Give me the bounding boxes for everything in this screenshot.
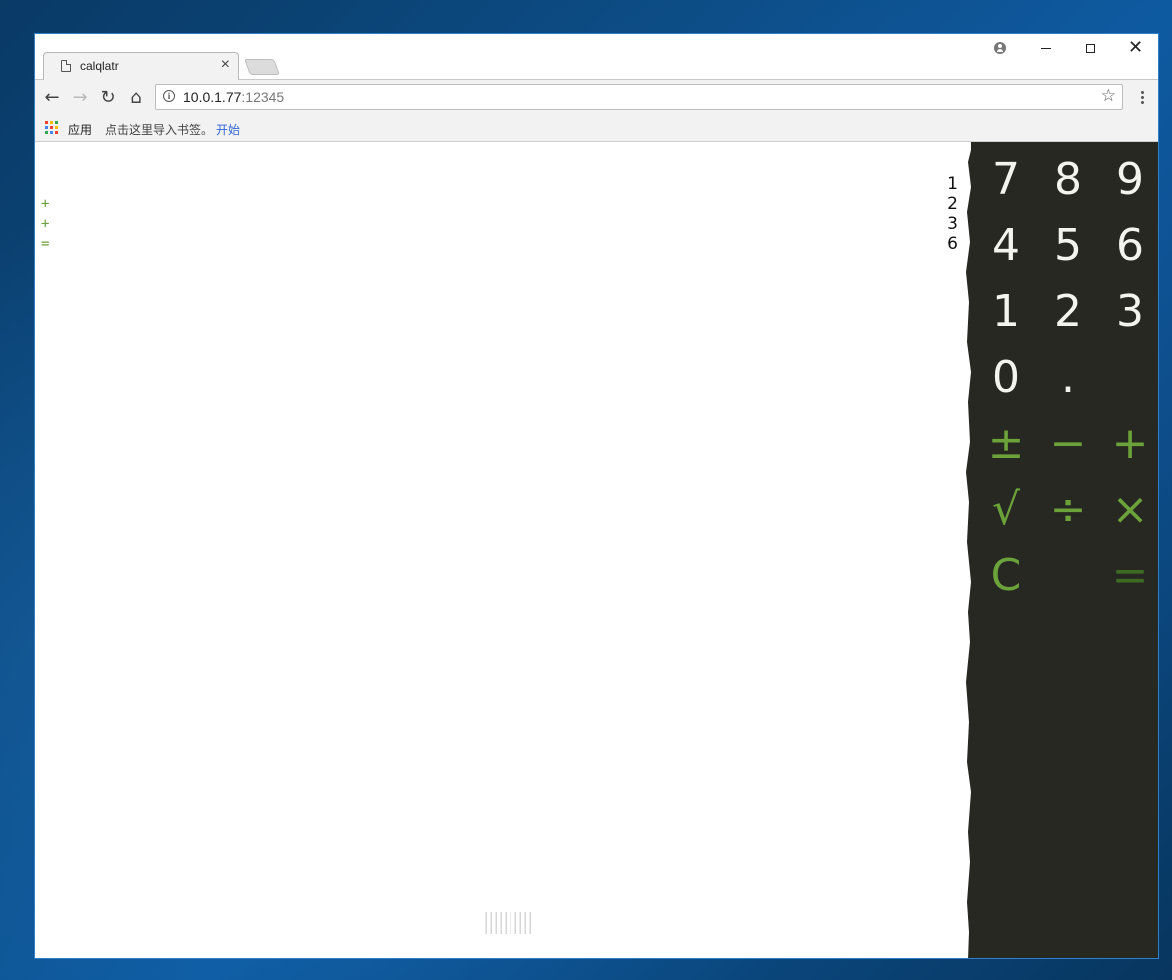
key-empty xyxy=(1037,542,1099,608)
tape-values: 1 2 3 6 xyxy=(947,174,958,254)
browser-window: calqlatr × ✕ ← → ↻ ⌂ i 10.0.1.77:12345 ☆ xyxy=(34,33,1159,959)
new-tab-button[interactable] xyxy=(244,59,280,75)
bookmark-star-icon[interactable]: ☆ xyxy=(1101,86,1116,106)
bookmark-import-hint: 点击这里导入书签。 xyxy=(105,123,214,137)
profile-icon[interactable] xyxy=(977,34,1023,62)
key-4[interactable]: 4 xyxy=(975,212,1037,278)
tab-title: calqlatr xyxy=(80,59,119,73)
bookmark-start-link[interactable]: 开始 xyxy=(216,121,240,138)
close-window-button[interactable]: ✕ xyxy=(1113,34,1158,62)
keypad-grid: 7 8 9 4 5 6 1 2 3 0. ± − + √ ÷ × C = xyxy=(975,146,1158,608)
key-empty xyxy=(1099,344,1158,410)
key-minus[interactable]: − xyxy=(1037,410,1099,476)
key-8[interactable]: 8 xyxy=(1037,146,1099,212)
key-plus[interactable]: + xyxy=(1099,410,1158,476)
tape-operator: + xyxy=(41,216,50,232)
key-square-root[interactable]: √ xyxy=(975,476,1037,542)
key-clear[interactable]: C xyxy=(975,542,1037,608)
tab-calqlatr[interactable]: calqlatr × xyxy=(43,52,239,80)
key-9[interactable]: 9 xyxy=(1099,146,1158,212)
toolbar: ← → ↻ ⌂ i 10.0.1.77:12345 ☆ xyxy=(35,80,1158,114)
key-5[interactable]: 5 xyxy=(1037,212,1099,278)
key-equals[interactable]: = xyxy=(1099,542,1158,608)
tape-operator: = xyxy=(41,236,50,252)
key-divide[interactable]: ÷ xyxy=(1037,476,1099,542)
url-host: 10.0.1.77 xyxy=(183,89,242,105)
minimize-icon xyxy=(1040,47,1051,49)
arrow-right-icon: → xyxy=(72,86,88,108)
browser-menu-button[interactable] xyxy=(1132,86,1152,108)
tape-value: 2 xyxy=(947,194,958,214)
bookmarks-bar: 应用 点击这里导入书签。 开始 xyxy=(35,114,1158,142)
drag-handle[interactable] xyxy=(484,912,532,934)
home-button[interactable]: ⌂ xyxy=(124,85,148,109)
keypad-panel: 7 8 9 4 5 6 1 2 3 0. ± − + √ ÷ × C = xyxy=(966,142,1158,958)
bookmark-apps[interactable]: 应用 xyxy=(68,121,92,138)
apps-grid-icon[interactable] xyxy=(45,121,59,135)
address-bar[interactable]: i 10.0.1.77:12345 ☆ xyxy=(155,84,1123,110)
minimize-button[interactable] xyxy=(1023,34,1068,62)
url-text: 10.0.1.77:12345 xyxy=(183,89,284,105)
url-port: :12345 xyxy=(241,89,285,105)
tape-operators: + + = xyxy=(41,194,49,254)
tape-operator: + xyxy=(41,196,50,212)
torn-edge xyxy=(966,142,973,958)
key-decimal-point[interactable]: . xyxy=(1037,344,1099,410)
close-icon: ✕ xyxy=(1127,37,1144,58)
window-controls: ✕ xyxy=(977,34,1158,62)
calculator-page: + + = 1 2 3 6 7 8 9 4 5 6 1 2 3 0. ± − + √ ÷ × C = xyxy=(35,142,1158,958)
tape-value: 3 xyxy=(947,214,958,234)
arrow-left-icon: ← xyxy=(44,86,60,108)
key-6[interactable]: 6 xyxy=(1099,212,1158,278)
maximize-icon xyxy=(1086,43,1095,53)
key-plus-minus[interactable]: ± xyxy=(975,410,1037,476)
maximize-button[interactable] xyxy=(1068,34,1113,62)
tab-strip: calqlatr × ✕ xyxy=(35,34,1158,80)
tape-value: 1 xyxy=(947,174,958,194)
key-0[interactable]: 0 xyxy=(975,344,1037,410)
page-icon xyxy=(61,60,71,72)
key-3[interactable]: 3 xyxy=(1099,278,1158,344)
reload-icon: ↻ xyxy=(100,86,116,108)
home-icon: ⌂ xyxy=(130,86,142,108)
info-icon[interactable]: i xyxy=(163,90,175,102)
tape-value: 6 xyxy=(947,234,958,254)
forward-button[interactable]: → xyxy=(68,85,92,109)
key-1[interactable]: 1 xyxy=(975,278,1037,344)
key-multiply[interactable]: × xyxy=(1099,476,1158,542)
back-button[interactable]: ← xyxy=(40,85,64,109)
tab-close-icon[interactable]: × xyxy=(221,56,230,73)
reload-button[interactable]: ↻ xyxy=(96,85,120,109)
key-7[interactable]: 7 xyxy=(975,146,1037,212)
key-2[interactable]: 2 xyxy=(1037,278,1099,344)
